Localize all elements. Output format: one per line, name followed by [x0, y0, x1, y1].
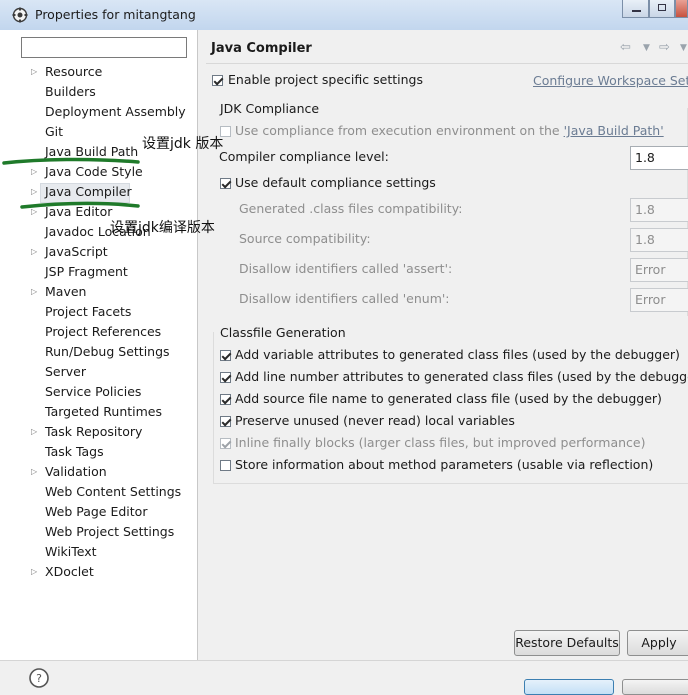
- tree-expand-icon[interactable]: ▷: [31, 463, 41, 481]
- compliance-level-label: Compiler compliance level:: [219, 149, 389, 164]
- enum-identifier-label: Disallow identifiers called 'enum':: [239, 291, 450, 306]
- classfile-option-label: Inline finally blocks (larger class file…: [235, 435, 646, 450]
- tree-item[interactable]: Server: [45, 363, 86, 381]
- tree-item[interactable]: Git: [45, 123, 63, 141]
- tree-item[interactable]: Resource: [45, 63, 102, 81]
- source-compat-label: Source compatibility:: [239, 231, 371, 246]
- jdk-compliance-title: JDK Compliance: [220, 101, 320, 116]
- classfile-option-label: Add variable attributes to generated cla…: [235, 347, 680, 362]
- tree-item[interactable]: Task Tags: [45, 443, 104, 461]
- configure-workspace-link[interactable]: Configure Workspace Setti: [533, 73, 688, 88]
- tree-item[interactable]: Web Content Settings: [45, 483, 181, 501]
- use-default-compliance-checkbox[interactable]: [220, 178, 231, 189]
- annotation-compiler: 设置jdk编译版本: [110, 220, 215, 236]
- dropdown-icon[interactable]: ▼: [643, 43, 650, 53]
- minimize-button[interactable]: [622, 0, 649, 18]
- source-compat-select[interactable]: 1.8: [630, 228, 688, 252]
- classfile-option-checkbox[interactable]: [220, 460, 231, 471]
- ok-button[interactable]: [524, 679, 614, 695]
- classfile-generation-title: Classfile Generation: [220, 325, 346, 340]
- cancel-button[interactable]: [622, 679, 688, 695]
- svg-text:?: ?: [36, 672, 42, 685]
- use-env-compliance-label: Use compliance from execution environmen…: [235, 123, 664, 138]
- classfile-option-checkbox[interactable]: [220, 416, 231, 427]
- close-button[interactable]: [675, 0, 688, 18]
- back-arrow-icon[interactable]: ⇦: [620, 40, 631, 55]
- classfile-option-label: Add source file name to generated class …: [235, 391, 662, 406]
- tree-item[interactable]: XDoclet: [45, 563, 94, 581]
- window-title: Properties for mitangtang: [35, 7, 196, 22]
- title-separator: [206, 63, 688, 64]
- tree-item[interactable]: Targeted Runtimes: [45, 403, 162, 421]
- tree-item[interactable]: Validation: [45, 463, 107, 481]
- annotation-marks: [2, 157, 140, 209]
- tree-item[interactable]: JSP Fragment: [45, 263, 128, 281]
- forward-arrow-icon[interactable]: ⇨: [659, 40, 670, 55]
- tree-item[interactable]: WikiText: [45, 543, 97, 561]
- tree-item[interactable]: Project Facets: [45, 303, 131, 321]
- tree-item[interactable]: Deployment Assembly: [45, 103, 186, 121]
- tree-item[interactable]: Task Repository: [45, 423, 142, 441]
- enable-project-specific-label: Enable project specific settings: [228, 72, 423, 87]
- assert-identifier-label: Disallow identifiers called 'assert':: [239, 261, 453, 276]
- apply-button[interactable]: Apply: [627, 630, 688, 656]
- page-title: Java Compiler: [211, 41, 312, 56]
- use-default-compliance-label: Use default compliance settings: [235, 175, 436, 190]
- assert-identifier-select[interactable]: Error: [630, 258, 688, 282]
- java-build-path-link[interactable]: 'Java Build Path': [564, 123, 664, 138]
- use-env-compliance-text: Use compliance from execution environmen…: [235, 123, 564, 138]
- annotation-build-path: 设置jdk 版本: [142, 136, 224, 152]
- tree-expand-icon[interactable]: ▷: [31, 563, 41, 581]
- generated-compat-label: Generated .class files compatibility:: [239, 201, 463, 216]
- dialog-button-bar: ?: [0, 660, 688, 695]
- generated-compat-select[interactable]: 1.8: [630, 198, 688, 222]
- classfile-option-checkbox[interactable]: [220, 394, 231, 405]
- enum-identifier-select[interactable]: Error: [630, 288, 688, 312]
- filter-input[interactable]: [21, 37, 187, 58]
- tree-item[interactable]: Service Policies: [45, 383, 141, 401]
- underline-mark-compiler: [20, 201, 140, 209]
- tree-item[interactable]: JavaScript: [45, 243, 108, 261]
- enable-project-specific-checkbox[interactable]: [212, 75, 223, 86]
- tree-item[interactable]: Web Page Editor: [45, 503, 147, 521]
- classfile-option-checkbox[interactable]: [220, 350, 231, 361]
- underline-mark-build-path: [2, 157, 140, 165]
- help-icon[interactable]: ?: [28, 667, 50, 689]
- tree-expand-icon[interactable]: ▷: [31, 283, 41, 301]
- classfile-option-checkbox[interactable]: [220, 438, 231, 449]
- maximize-button[interactable]: [649, 0, 675, 18]
- eclipse-gear-icon: [12, 7, 28, 23]
- tree-item[interactable]: Project References: [45, 323, 161, 341]
- compliance-level-select[interactable]: 1.8: [630, 146, 688, 170]
- classfile-option-label: Store information about method parameter…: [235, 457, 654, 472]
- window-controls: [622, 0, 688, 19]
- tree-expand-icon[interactable]: ▷: [31, 243, 41, 261]
- tree-item[interactable]: Web Project Settings: [45, 523, 174, 541]
- classfile-option-label: Add line number attributes to generated …: [235, 369, 688, 384]
- tree-item[interactable]: Run/Debug Settings: [45, 343, 170, 361]
- classfile-option-label: Preserve unused (never read) local varia…: [235, 413, 515, 428]
- classfile-option-checkbox[interactable]: [220, 372, 231, 383]
- dropdown-icon[interactable]: ▼: [680, 43, 687, 53]
- tree-item[interactable]: Builders: [45, 83, 96, 101]
- restore-defaults-button[interactable]: Restore Defaults: [514, 630, 620, 656]
- tree-expand-icon[interactable]: ▷: [31, 63, 41, 81]
- tree-item[interactable]: Maven: [45, 283, 86, 301]
- tree-expand-icon[interactable]: ▷: [31, 423, 41, 441]
